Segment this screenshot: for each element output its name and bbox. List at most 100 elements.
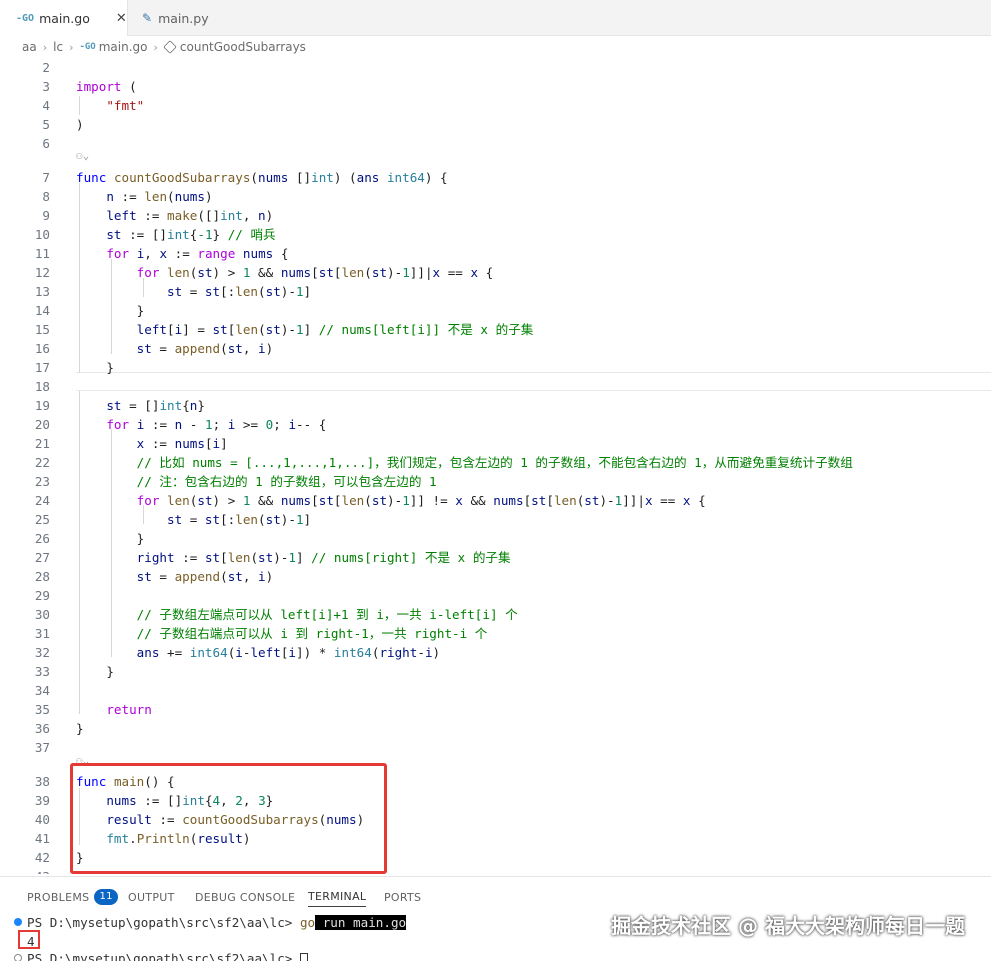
tab-main-go[interactable]: -GO main.go ✕ <box>0 0 128 36</box>
chevron-right-icon: › <box>69 40 74 54</box>
go-file-icon: -GO <box>79 42 96 52</box>
tab-ports[interactable]: PORTS <box>384 887 421 907</box>
code-text: st = st[:len(st)-1] <box>167 512 312 527</box>
editor-tab-bar: -GO main.go ✕ ✎ main.py <box>0 0 991 36</box>
code-line[interactable]: 34 <box>0 681 991 700</box>
line-number: 29 <box>34 588 50 603</box>
python-file-icon: ✎ <box>142 11 153 25</box>
terminal-prompt: PS D:\mysetup\gopath\src\sf2\aa\lc> <box>27 951 300 961</box>
breadcrumb-item-function[interactable]: countGoodSubarrays <box>180 40 306 54</box>
line-number: 2 <box>42 60 50 75</box>
code-line[interactable]: 36} <box>0 719 991 738</box>
code-line[interactable]: 13 st = st[:len(st)-1] <box>0 282 991 301</box>
code-line[interactable]: 22 // 比如 nums = [...,1,...,1,...]，我们规定，包… <box>0 453 991 472</box>
code-text: // 注：包含右边的 1 的子数组，可以包含左边的 1 <box>136 474 437 489</box>
code-line[interactable]: 32 ans += int64(i-left[i]) * int64(right… <box>0 643 991 662</box>
code-line[interactable]: 21 x := nums[i] <box>0 434 991 453</box>
code-text: } <box>76 360 114 375</box>
watermark-text: 掘金技术社区 @ 福大大架构师每日一题 <box>611 914 965 938</box>
code-line[interactable]: 10 st := []int{-1} // 哨兵 <box>0 225 991 244</box>
line-number: 26 <box>34 531 50 546</box>
code-line[interactable]: 30 // 子数组左端点可以从 left[i]+1 到 i，一共 i-left[… <box>0 605 991 624</box>
code-line[interactable]: 29 <box>0 586 991 605</box>
code-text: func countGoodSubarrays(nums []int) (ans… <box>76 170 448 185</box>
tab-terminal[interactable]: TERMINAL <box>308 887 367 907</box>
code-text: for len(st) > 1 && nums[st[len(st)-1]] !… <box>136 493 706 508</box>
line-number: 15 <box>34 322 50 337</box>
code-line[interactable]: 3 import ( <box>0 77 991 96</box>
line-number: 28 <box>34 569 50 584</box>
code-text: st = st[:len(st)-1] <box>167 284 312 299</box>
breadcrumb-item-aa[interactable]: aa <box>22 40 37 54</box>
line-number: 6 <box>42 136 50 151</box>
code-line[interactable]: 31 // 子数组右端点可以从 i 到 right-1，一共 right-i 个 <box>0 624 991 643</box>
terminal-line-prompt[interactable]: PS D:\mysetup\gopath\src\sf2\aa\lc> <box>0 949 991 961</box>
code-line[interactable]: 27 right := st[len(st)-1] // nums[right]… <box>0 548 991 567</box>
line-number: 36 <box>34 721 50 736</box>
code-line[interactable]: 17 } <box>0 358 991 377</box>
code-line[interactable]: 24 for len(st) > 1 && nums[st[len(st)-1]… <box>0 491 991 510</box>
line-number: 25 <box>34 512 50 527</box>
problems-count-badge: 11 <box>94 889 118 905</box>
symbol-method-icon <box>163 40 177 54</box>
code-text: } <box>76 721 84 736</box>
code-line[interactable]: 5) <box>0 115 991 134</box>
tab-debug-console[interactable]: DEBUG CONSOLE <box>195 887 295 907</box>
breadcrumb-item-file[interactable]: main.go <box>99 40 148 54</box>
code-line[interactable]: 23 // 注：包含右边的 1 的子数组，可以包含左边的 1 <box>0 472 991 491</box>
code-line[interactable]: 14 } <box>0 301 991 320</box>
highlight-box-output <box>18 930 40 949</box>
code-line[interactable]: 15 left[i] = st[len(st)-1] // nums[left[… <box>0 320 991 339</box>
line-number: 42 <box>34 850 50 865</box>
tab-problems[interactable]: PROBLEMS 11 <box>27 887 118 907</box>
line-number: 21 <box>34 436 50 451</box>
breadcrumb-item-lc[interactable]: lc <box>53 40 63 54</box>
code-line[interactable]: 19 st = []int{n} <box>0 396 991 415</box>
line-number: 31 <box>34 626 50 641</box>
line-number: 10 <box>34 227 50 242</box>
code-line[interactable]: 18 <box>0 377 991 396</box>
code-line[interactable]: 26 } <box>0 529 991 548</box>
code-line[interactable]: 35 return <box>0 700 991 719</box>
code-line[interactable]: 28 st = append(st, i) <box>0 567 991 586</box>
code-line[interactable]: 33 } <box>0 662 991 681</box>
line-number: 39 <box>34 793 50 808</box>
code-line[interactable]: 8 n := len(nums) <box>0 187 991 206</box>
tab-label: main.go <box>39 10 90 26</box>
code-line[interactable]: 37 <box>0 738 991 757</box>
line-number: 32 <box>34 645 50 660</box>
line-number: 34 <box>34 683 50 698</box>
code-text: ans += int64(i-left[i]) * int64(right-i) <box>136 645 441 660</box>
tab-main-py[interactable]: ✎ main.py <box>130 0 240 36</box>
line-number: 17 <box>34 360 50 375</box>
code-line[interactable]: 12 for len(st) > 1 && nums[st[len(st)-1]… <box>0 263 991 282</box>
code-text: return <box>106 702 152 717</box>
tab-label: main.py <box>158 10 209 26</box>
code-text: // 比如 nums = [...,1,...,1,...]，我们规定，包含左边… <box>136 455 853 470</box>
chevron-right-icon: › <box>153 40 158 54</box>
code-editor[interactable]: ⚇⌄ ⚇⌄ 2 3 import (4 "fmt" 5) 6 7 func countGoo… <box>0 58 991 874</box>
code-line[interactable]: 25 st = st[:len(st)-1] <box>0 510 991 529</box>
code-line[interactable]: 16 st = append(st, i) <box>0 339 991 358</box>
code-text: // 子数组右端点可以从 i 到 right-1，一共 right-i 个 <box>136 626 488 641</box>
code-line[interactable]: 11 for i, x := range nums { <box>0 244 991 263</box>
code-line[interactable]: 9 left := make([]int, n) <box>0 206 991 225</box>
code-text: right := st[len(st)-1] // nums[right] 不是… <box>136 550 511 565</box>
code-text: // 子数组左端点可以从 left[i]+1 到 i，一共 i-left[i] … <box>136 607 518 622</box>
line-number: 11 <box>34 246 50 261</box>
line-number: 22 <box>34 455 50 470</box>
tab-output[interactable]: OUTPUT <box>128 887 175 907</box>
code-text: st = append(st, i) <box>136 569 274 584</box>
line-number: 18 <box>34 379 50 394</box>
code-line[interactable]: 7 func countGoodSubarrays(nums []int) (an… <box>0 168 991 187</box>
line-number: 37 <box>34 740 50 755</box>
close-icon[interactable]: ✕ <box>116 11 127 26</box>
code-line[interactable]: 4 "fmt" <box>0 96 991 115</box>
line-number: 14 <box>34 303 50 318</box>
code-line[interactable]: 20 for i := n - 1; i >= 0; i-- { <box>0 415 991 434</box>
code-line[interactable]: 6 <box>0 134 991 153</box>
code-line[interactable]: 2 <box>0 58 991 77</box>
line-number: 33 <box>34 664 50 679</box>
code-text: st := []int{-1} // 哨兵 <box>106 227 276 242</box>
line-number: 19 <box>34 398 50 413</box>
